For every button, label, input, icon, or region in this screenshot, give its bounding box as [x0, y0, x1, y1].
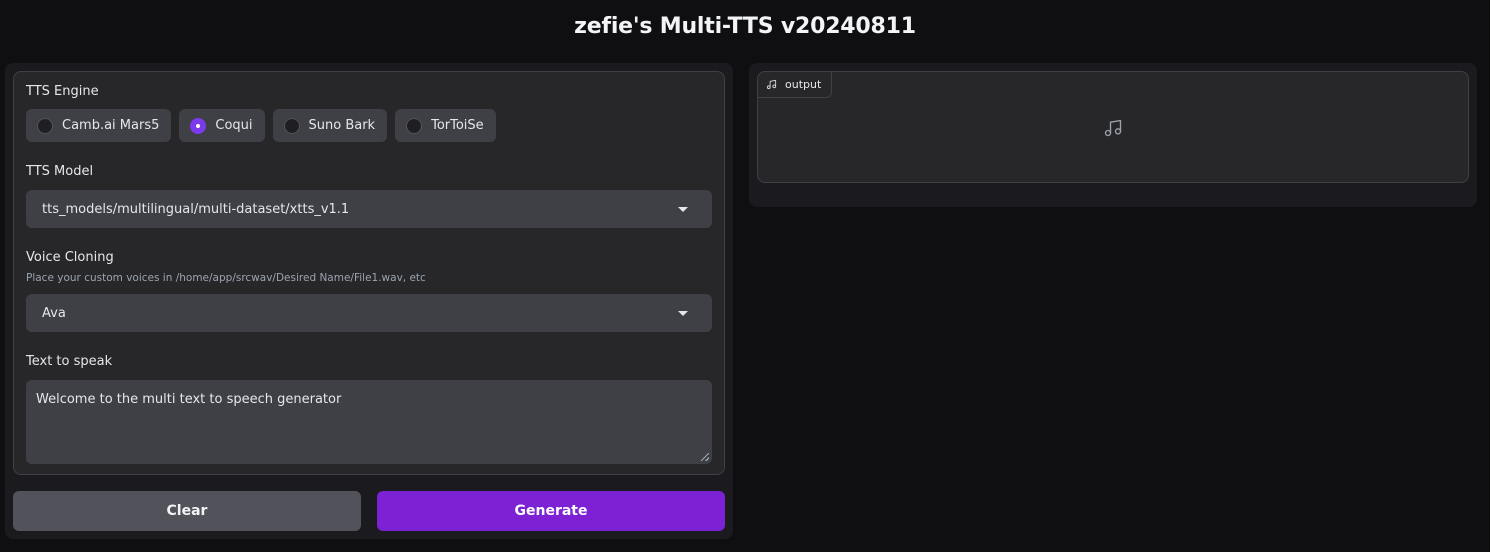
engine-option-label: Suno Bark: [308, 118, 376, 133]
radio-checked-icon: [190, 117, 207, 134]
page-title: zefie's Multi-TTS v20240811: [574, 14, 916, 39]
tts-model-value: tts_models/multilingual/multi-dataset/xt…: [42, 201, 350, 217]
engine-option-label: TorToiSe: [431, 118, 484, 133]
voice-value: Ava: [42, 305, 66, 321]
voice-cloning-info: Place your custom voices in /home/app/sr…: [26, 272, 426, 284]
engine-option-suno-bark[interactable]: Suno Bark: [272, 109, 388, 142]
text-to-speak-input[interactable]: Welcome to the multi text to speech gene…: [26, 380, 712, 464]
radio-unchecked-icon: [37, 117, 53, 134]
form-panel: TTS Engine Camb.ai Mars5 Coqui Suno Bark…: [13, 71, 725, 475]
music-note-icon: [766, 79, 777, 90]
clear-button[interactable]: Clear: [13, 491, 361, 531]
radio-unchecked-icon: [283, 117, 300, 134]
tts-model-dropdown[interactable]: tts_models/multilingual/multi-dataset/xt…: [26, 190, 712, 228]
text-to-speak-label: Text to speak: [26, 354, 113, 369]
radio-unchecked-icon: [406, 117, 423, 134]
tts-model-label: TTS Model: [26, 164, 94, 179]
voice-cloning-label: Voice Cloning: [26, 250, 114, 265]
output-label: output: [785, 78, 822, 91]
tts-engine-label: TTS Engine: [26, 84, 99, 99]
engine-option-camb-ai-mars5[interactable]: Camb.ai Mars5: [26, 109, 172, 142]
output-label-tag: output: [758, 72, 833, 98]
caret-down-icon: [678, 311, 688, 316]
resize-handle-icon[interactable]: [701, 453, 709, 461]
tts-engine-radio-group: Camb.ai Mars5 Coqui Suno Bark TorToiSe: [26, 109, 496, 142]
output-column: output: [749, 63, 1477, 207]
text-to-speak-value: Welcome to the multi text to speech gene…: [36, 392, 342, 407]
caret-down-icon: [678, 207, 688, 212]
engine-option-tortoise[interactable]: TorToiSe: [395, 109, 496, 142]
engine-option-coqui[interactable]: Coqui: [179, 109, 265, 142]
engine-option-label: Camb.ai Mars5: [62, 118, 160, 133]
music-note-icon: [1103, 118, 1123, 142]
engine-option-label: Coqui: [215, 118, 253, 133]
voice-cloning-dropdown[interactable]: Ava: [26, 294, 712, 332]
audio-output-panel: output: [757, 71, 1469, 183]
input-column: TTS Engine Camb.ai Mars5 Coqui Suno Bark…: [5, 63, 733, 539]
generate-button[interactable]: Generate: [377, 491, 725, 531]
